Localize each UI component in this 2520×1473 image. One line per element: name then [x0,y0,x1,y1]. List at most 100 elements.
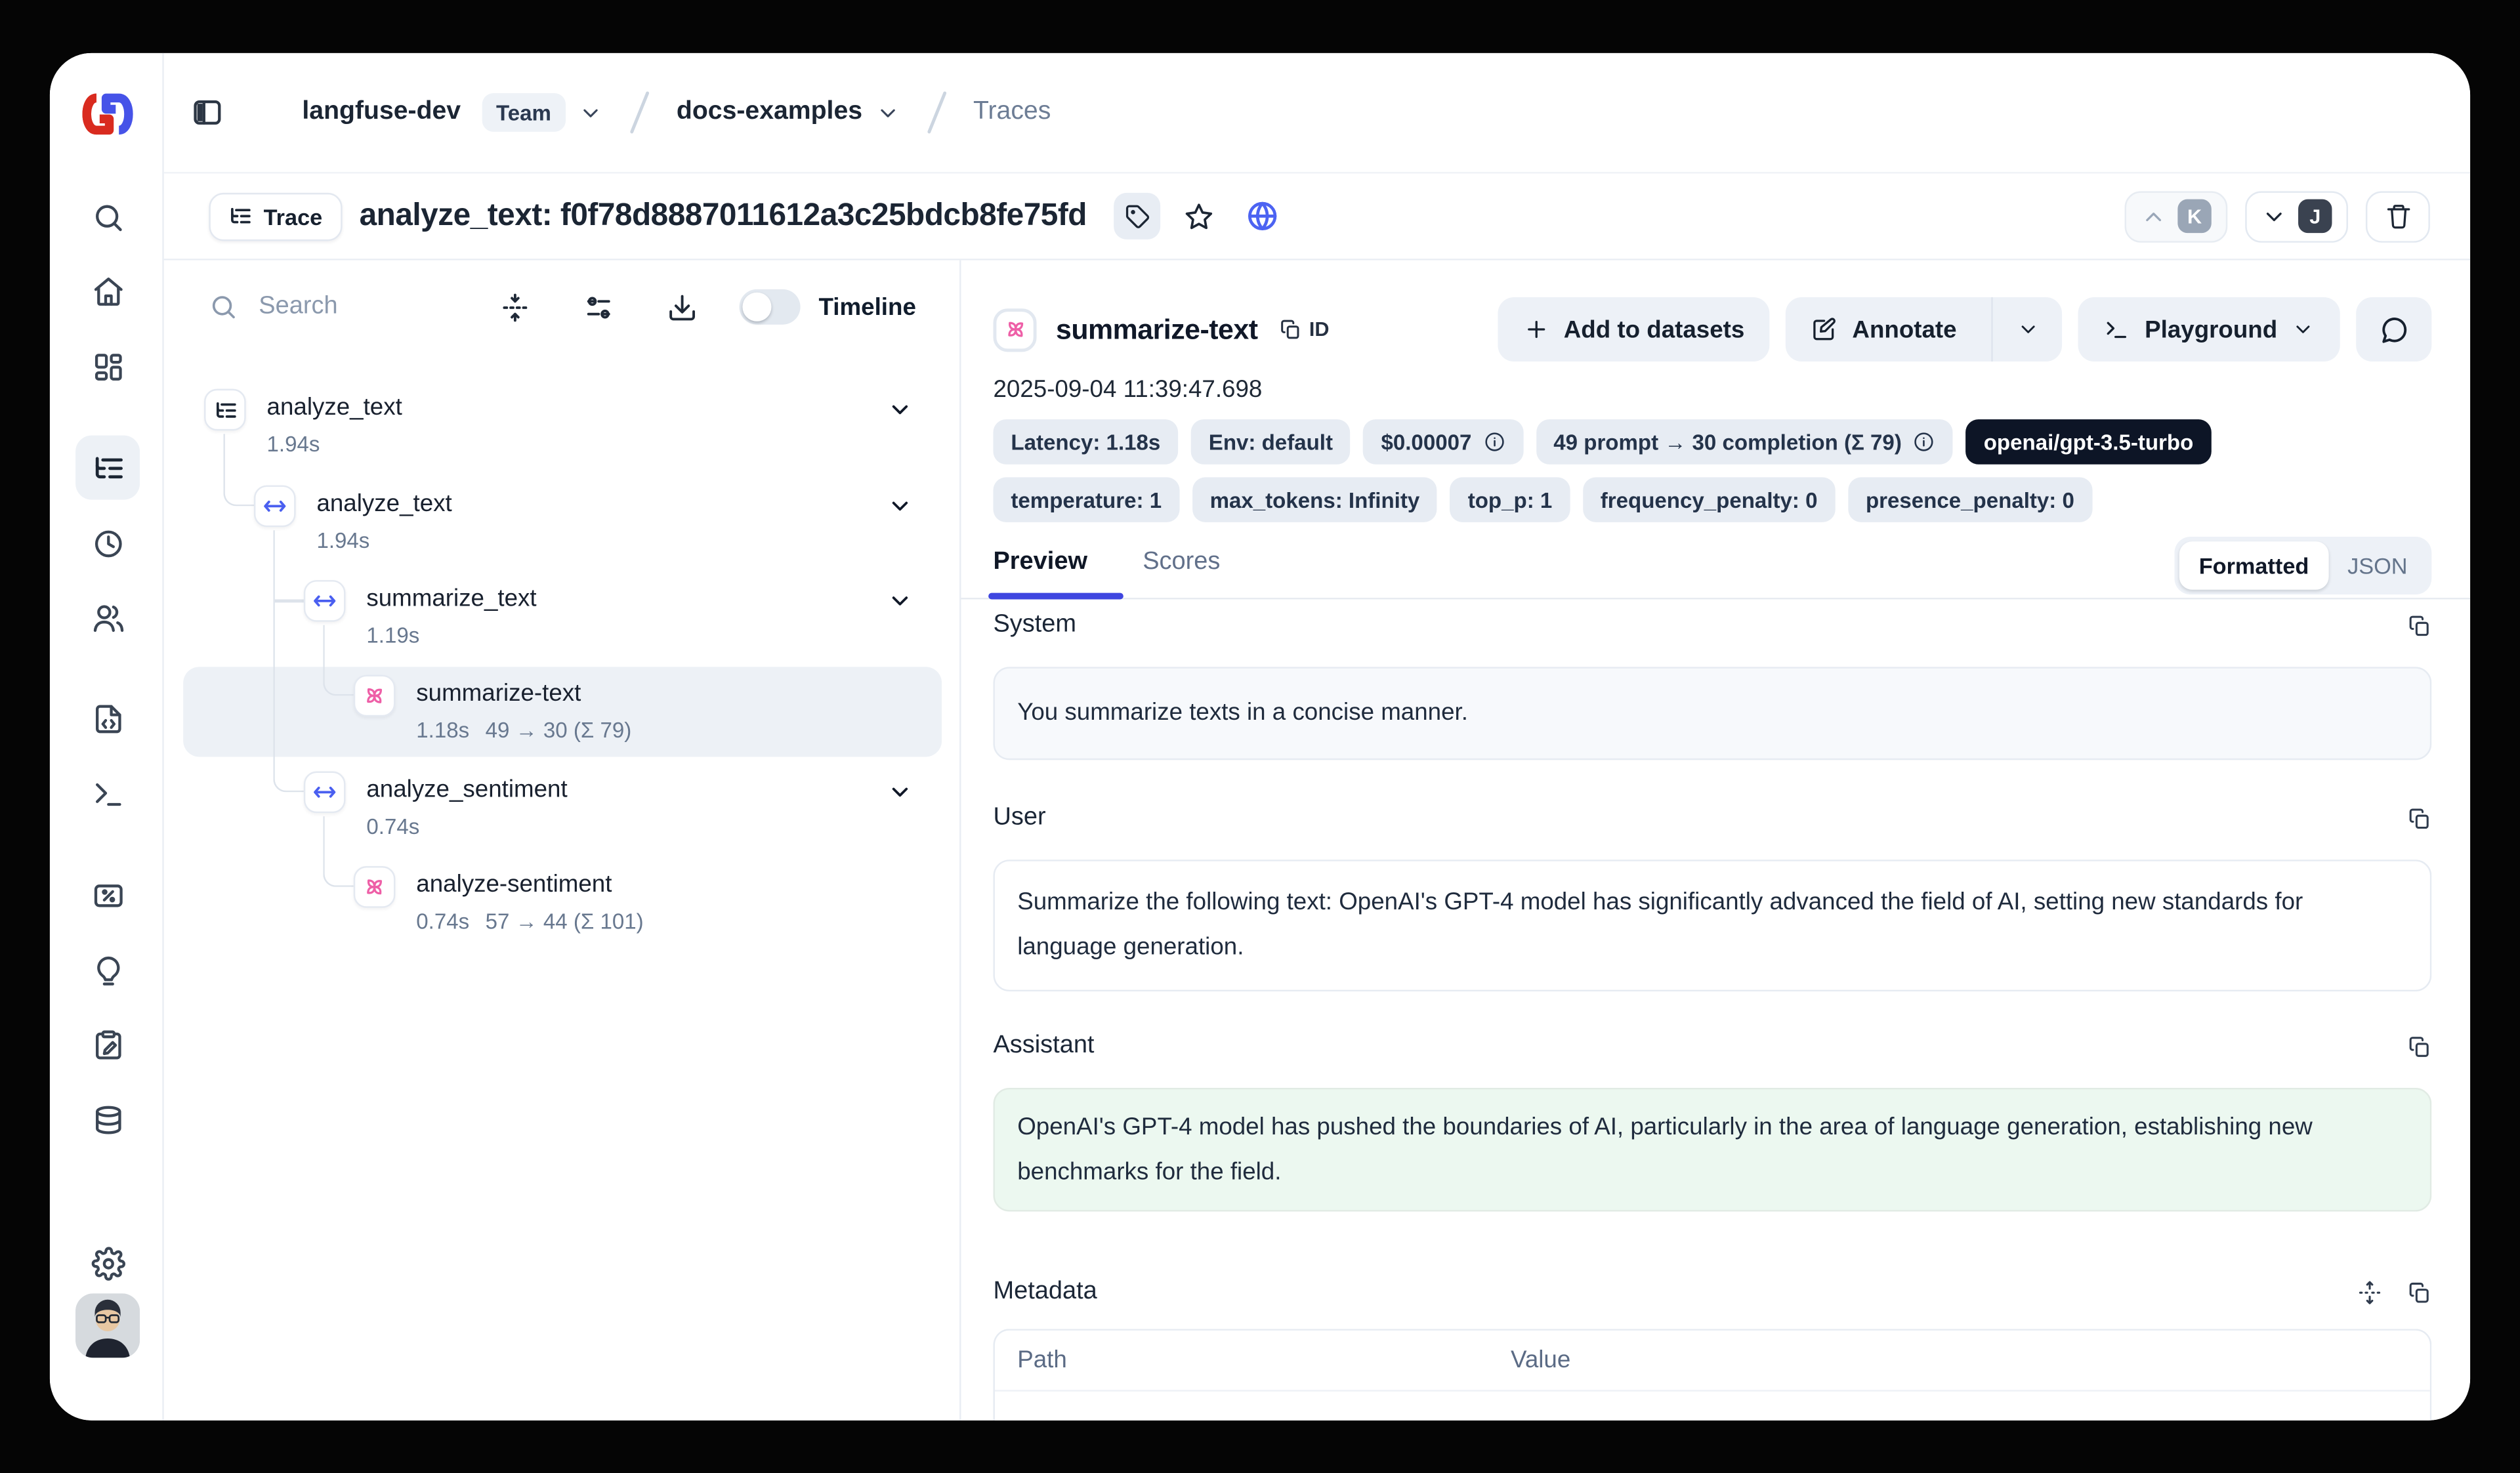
shortcut-j-key: J [2298,199,2332,233]
node-name: analyze_text [267,392,402,425]
metadata-table: Path Value [993,1329,2431,1421]
tree-node-analyze_text-root[interactable]: analyze_text 1.94s [204,389,402,460]
generation-node-icon [354,675,396,717]
node-token-usage: 49 → 30 (Σ 79) [486,718,632,743]
folder-switcher-chevron-icon[interactable] [875,100,900,125]
collapse-node-chevron[interactable] [887,397,913,423]
node-name: summarize-text [416,678,631,710]
trace-type-badge: Trace [209,192,341,240]
format-json-option[interactable]: JSON [2328,552,2427,578]
tree-settings-icon[interactable] [584,291,615,322]
node-duration: 0.74s [416,909,469,934]
sidebar-sessions-button[interactable] [75,511,140,575]
active-tab-indicator [988,593,1124,600]
playground-button[interactable]: Playground [2079,297,2340,362]
chat-bubble-icon [2378,314,2409,345]
observation-title: summarize-text [1056,312,1258,346]
sidebar-search-button[interactable] [75,185,140,249]
param-top-p-badge: top_p: 1 [1450,477,1570,522]
copy-id-button[interactable]: ID [1278,318,1329,341]
tree-search-input[interactable] [259,293,452,322]
sidebar-home-button[interactable] [75,259,140,323]
sidebar-playground-button[interactable] [75,762,140,826]
breadcrumb-folder[interactable]: docs-examples [677,98,862,127]
observation-timestamp: 2025-09-04 11:39:47.698 [993,376,1262,404]
breadcrumb-page[interactable]: Traces [973,98,1051,127]
next-trace-button[interactable]: J [2245,190,2348,241]
node-duration: 1.18s [416,718,469,743]
sidebar-prompts-button[interactable] [75,686,140,751]
project-plan-badge: Team [482,93,566,132]
sidebar-users-button[interactable] [75,585,140,649]
sidebar-annotation-button[interactable] [75,1012,140,1077]
metadata-column-path: Path [995,1346,1511,1374]
sidebar-settings-button[interactable] [75,1231,140,1295]
token-usage-badge[interactable]: 49 prompt → 30 completion (Σ 79) [1536,419,1953,465]
copy-icon[interactable] [2408,806,2432,830]
sidebar-evaluation-button[interactable] [75,938,140,1003]
timeline-label: Timeline [819,293,916,321]
previous-trace-button[interactable]: K [2125,190,2228,241]
system-message-box: You summarize texts in a concise manner. [993,667,2431,760]
tree-node-analyze_sentiment-span[interactable]: analyze_sentiment 0.74s [304,772,568,842]
comments-button[interactable] [2356,297,2431,362]
org-logo-icon [75,89,140,140]
system-section-label: System [993,611,1076,640]
user-avatar[interactable] [75,1293,140,1358]
download-icon[interactable] [667,291,698,322]
sidebar-scores-button[interactable] [75,863,140,927]
annotate-dropdown-button[interactable] [1992,297,2063,362]
tab-preview[interactable]: Preview [993,548,1087,577]
expand-vertical-icon[interactable] [2358,1280,2382,1304]
trace-badge-label: Trace [264,203,323,229]
tab-scores[interactable]: Scores [1143,548,1220,577]
assistant-message-text: OpenAI's GPT-4 model has pushed the boun… [1017,1113,2313,1186]
trace-tree-panel: Timeline analyze_text 1.94s [164,260,961,1421]
desktop-background: langfuse-dev Team docs-examples Traces T… [0,0,2520,1473]
chevron-down-icon [2017,318,2039,341]
node-name: analyze-sentiment [416,869,643,902]
tag-button[interactable] [1114,193,1161,239]
span-node-icon [304,772,346,814]
sidebar-datasets-button[interactable] [75,1088,140,1152]
tree-node-summarize_text-span[interactable]: summarize_text 1.19s [304,580,537,651]
node-duration: 1.19s [366,620,536,651]
breadcrumb-project[interactable]: langfuse-dev [302,98,461,127]
timeline-toggle[interactable] [740,289,801,325]
info-icon [1913,430,1935,453]
collapse-node-chevron[interactable] [887,493,913,519]
add-to-datasets-button[interactable]: Add to datasets [1498,297,1770,362]
delete-trace-button[interactable] [2366,190,2430,241]
copy-icon[interactable] [2408,1034,2432,1058]
span-node-icon [254,486,296,528]
cost-badge[interactable]: $0.00007 [1364,419,1523,465]
copy-icon[interactable] [2408,1280,2432,1304]
tree-node-summarize-text-generation[interactable]: summarize-text 1.18s 49 → 30 (Σ 79) [354,675,631,746]
collapse-sidebar-button[interactable] [178,83,236,141]
detail-tabs: Preview Scores Formatted JSON [961,533,2470,599]
plus-icon [1524,316,1549,342]
copy-icon [1278,318,1301,341]
sidebar-tracing-button[interactable] [75,436,140,500]
project-switcher-chevron-icon[interactable] [579,100,603,125]
format-formatted-option[interactable]: Formatted [2179,541,2328,589]
search-icon [209,293,238,322]
sidebar-rail [50,53,164,1421]
model-badge[interactable]: openai/gpt-3.5-turbo [1966,419,2211,465]
public-share-globe-button[interactable] [1238,192,1286,240]
collapse-all-icon[interactable] [501,291,532,322]
collapse-node-chevron[interactable] [887,779,913,805]
sidebar-dashboards-button[interactable] [75,334,140,398]
format-toggle: Formatted JSON [2175,537,2431,594]
node-name: analyze_sentiment [366,774,567,806]
assistant-section-label: Assistant [993,1031,1094,1060]
top-navigation-bar: langfuse-dev Team docs-examples Traces [164,53,2470,174]
assistant-message-box: OpenAI's GPT-4 model has pushed the boun… [993,1088,2431,1212]
copy-icon[interactable] [2408,613,2432,637]
tree-node-analyze-sentiment-generation[interactable]: analyze-sentiment 0.74s57 → 44 (Σ 101) [354,866,644,937]
tree-node-analyze_text-span[interactable]: analyze_text 1.94s [254,486,452,556]
param-frequency-penalty-badge: frequency_penalty: 0 [1583,477,1836,522]
annotate-button[interactable]: Annotate [1786,297,1977,362]
collapse-node-chevron[interactable] [887,588,913,613]
bookmark-star-button[interactable] [1175,192,1223,240]
